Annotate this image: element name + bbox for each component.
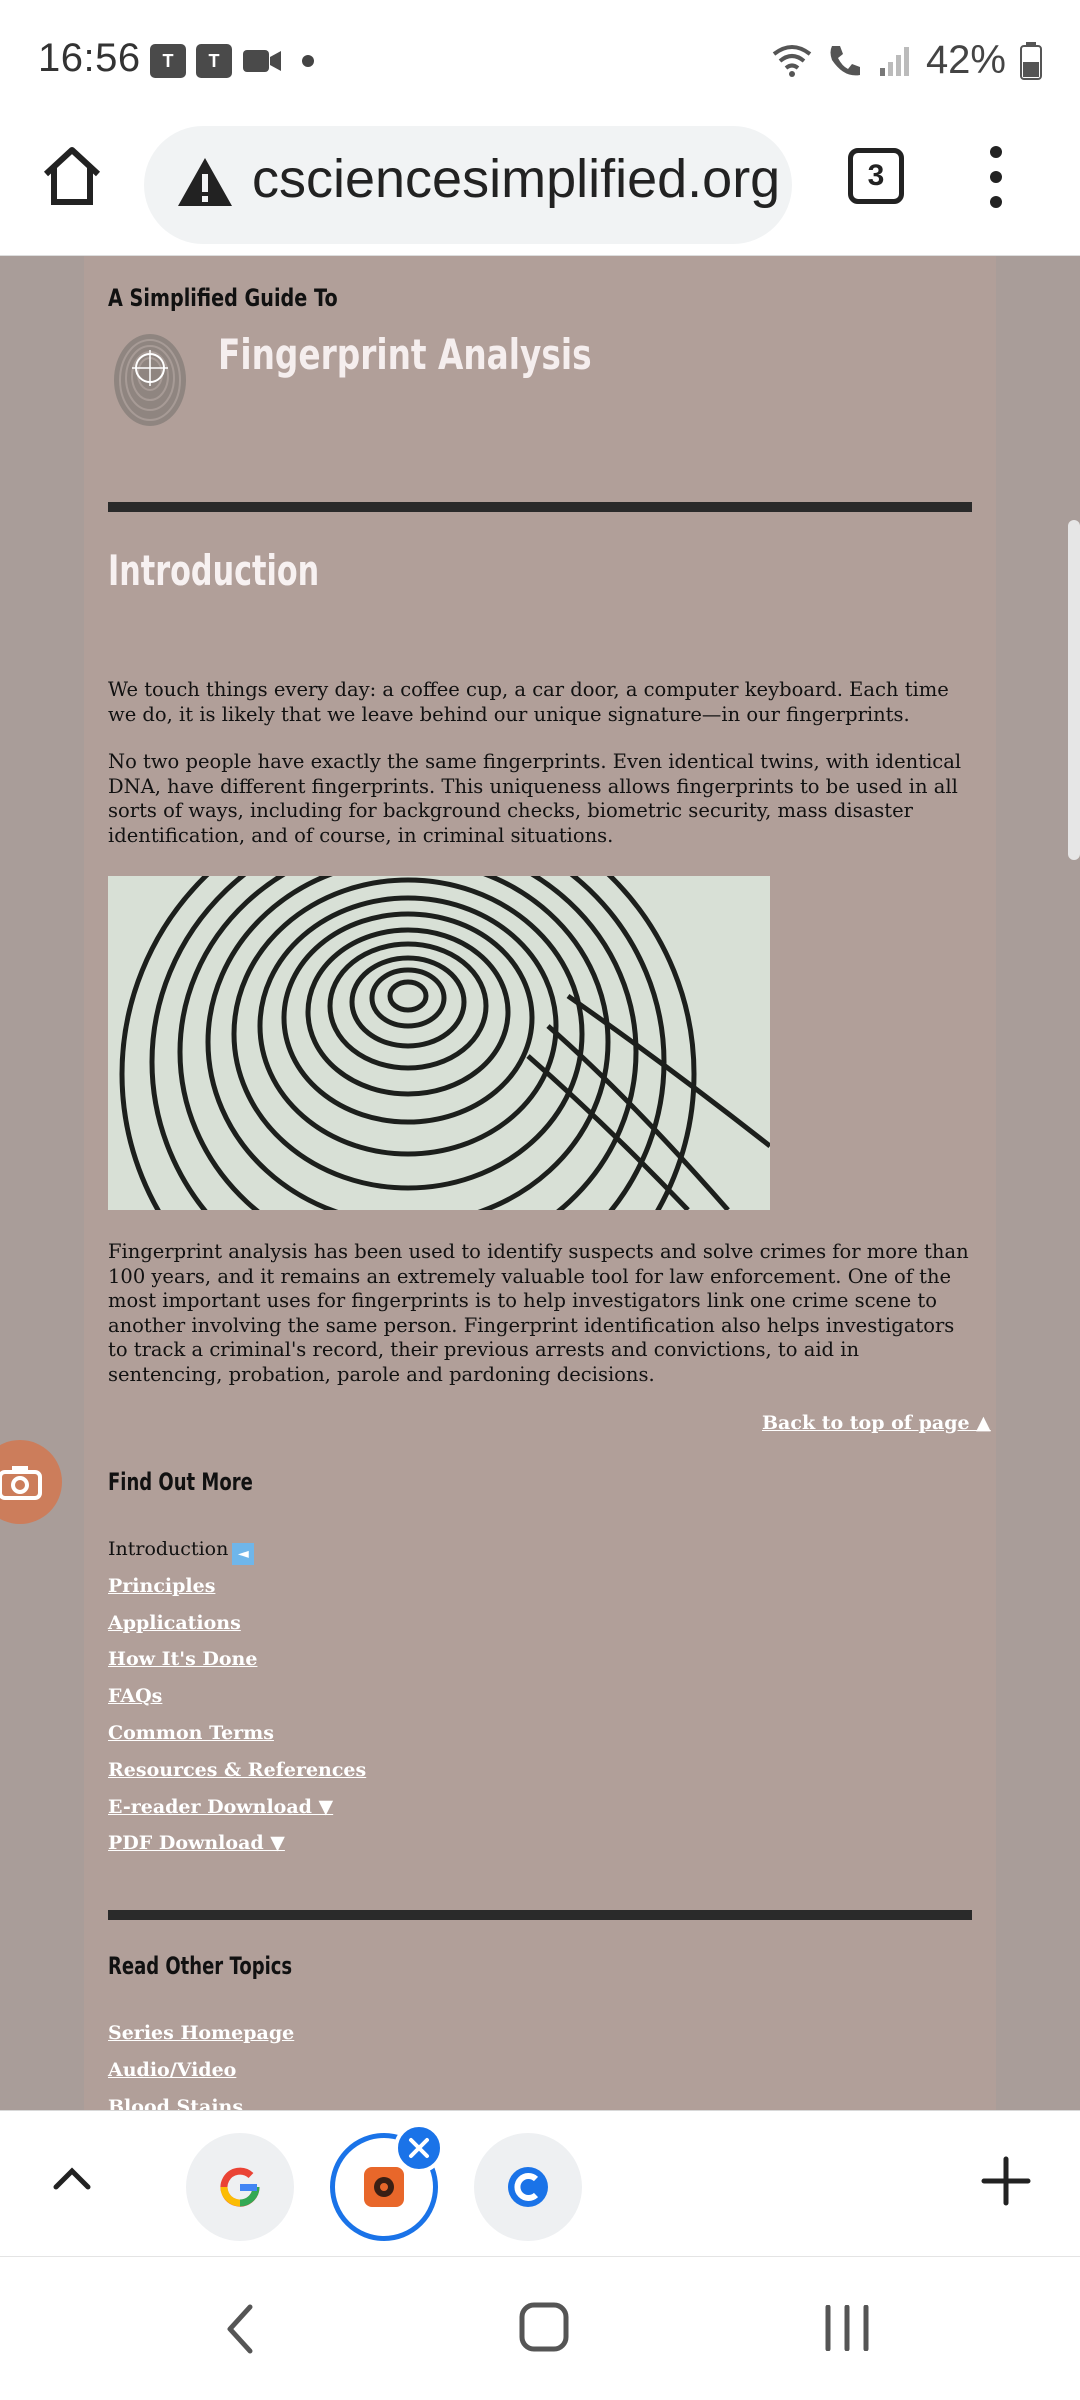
current-page-arrow-icon: ◄ [232, 1543, 255, 1565]
new-tab-plus-icon[interactable] [980, 2155, 1032, 2207]
read-other-topics-heading: Read Other Topics [108, 1952, 293, 1980]
find-out-more-heading: Find Out More [108, 1468, 253, 1496]
close-tab-button[interactable] [394, 2123, 444, 2173]
list-item[interactable]: Resources & References [108, 1759, 366, 1796]
teams-icon: T [150, 44, 186, 78]
series-homepage-link[interactable]: Series Homepage [108, 2022, 294, 2044]
blood-stains-link[interactable]: Blood Stains [108, 2096, 243, 2110]
status-system-icons: 42% [772, 38, 1042, 83]
chevron-up-icon[interactable] [50, 2157, 94, 2201]
ereader-download-link[interactable]: E-reader Download ▼ [108, 1796, 333, 1818]
list-item[interactable]: How It's Done [108, 1648, 366, 1685]
teams-icon: T [196, 44, 232, 78]
tab-google[interactable] [186, 2133, 294, 2241]
intro-paragraph-1: We touch things every day: a coffee cup,… [108, 678, 949, 726]
more-menu-icon[interactable] [978, 142, 1014, 212]
status-notification-icons: T T [150, 44, 314, 78]
guide-label: A Simplified Guide To [108, 284, 338, 312]
home-nav-icon[interactable] [518, 2301, 570, 2353]
list-item[interactable]: Series Homepage [108, 2022, 294, 2059]
resources-references-link[interactable]: Resources & References [108, 1759, 366, 1781]
back-icon[interactable] [222, 2303, 258, 2355]
close-icon [409, 2138, 429, 2158]
common-terms-link[interactable]: Common Terms [108, 1722, 274, 1744]
applications-link[interactable]: Applications [108, 1612, 241, 1634]
page-title: Fingerprint Analysis [218, 330, 592, 379]
tab-chrome-site[interactable] [474, 2133, 582, 2241]
list-item: Introduction ◄ [108, 1538, 366, 1575]
battery-icon [1020, 41, 1042, 80]
url-text[interactable]: csciencesimplified.org [252, 148, 792, 210]
fingerprint-image [108, 876, 770, 1210]
page-scrollbar[interactable] [1068, 520, 1080, 860]
other-topics-list: Series Homepage Audio/Video Blood Stains [108, 2022, 294, 2110]
list-item[interactable]: Applications [108, 1612, 366, 1649]
status-bar: 16:56 T T 42% [0, 0, 1080, 126]
web-page: A Simplified Guide To Fingerprint Analys… [0, 256, 1080, 2110]
tab-group-bar [0, 2110, 1080, 2256]
more-notifications-dot [302, 55, 314, 67]
camera-icon [0, 1466, 42, 1500]
video-camera-icon [243, 50, 281, 72]
recent-apps-icon[interactable] [822, 2305, 872, 2351]
section-divider [108, 1910, 972, 1920]
how-its-done-link[interactable]: How It's Done [108, 1648, 257, 1670]
system-navigation-bar [0, 2256, 1080, 2400]
list-item[interactable]: Common Terms [108, 1722, 366, 1759]
status-time: 16:56 [38, 36, 141, 80]
audio-video-link[interactable]: Audio/Video [108, 2059, 236, 2081]
site-favicon-icon [364, 2167, 404, 2207]
wifi-icon [772, 44, 812, 77]
floating-screenshot-button[interactable] [0, 1440, 62, 1524]
intro-heading: Introduction [108, 546, 320, 595]
address-bar[interactable]: csciencesimplified.org [144, 126, 792, 244]
wifi-calling-icon [830, 45, 860, 75]
battery-percent: 42% [925, 38, 1006, 82]
faqs-link[interactable]: FAQs [108, 1685, 162, 1707]
browser-toolbar: csciencesimplified.org 3 [0, 126, 1080, 256]
home-icon[interactable] [40, 144, 104, 208]
pdf-download-link[interactable]: PDF Download ▼ [108, 1832, 285, 1854]
principles-link[interactable]: Principles [108, 1575, 215, 1597]
list-item[interactable]: Principles [108, 1575, 366, 1612]
list-item[interactable]: Audio/Video [108, 2059, 294, 2096]
back-to-top-link[interactable]: Back to top of page ▲ [762, 1412, 991, 1434]
find-out-more-list: Introduction ◄ Principles Applications Ho… [108, 1538, 366, 1869]
section-divider [108, 502, 972, 512]
current-page-item: Introduction [108, 1538, 229, 1560]
tab-switcher-button[interactable]: 3 [848, 148, 904, 204]
intro-paragraph-2: No two people have exactly the same fing… [108, 750, 962, 847]
c-logo-icon [508, 2167, 548, 2207]
list-item[interactable]: E-reader Download ▼ [108, 1796, 366, 1833]
not-secure-warning-icon[interactable] [174, 152, 236, 214]
list-item[interactable]: Blood Stains [108, 2096, 294, 2110]
signal-icon [879, 46, 909, 76]
thumbprint-logo [114, 334, 186, 426]
google-icon [220, 2167, 260, 2207]
list-item[interactable]: FAQs [108, 1685, 366, 1722]
intro-paragraph-3: Fingerprint analysis has been used to id… [108, 1240, 969, 1386]
page-content: A Simplified Guide To Fingerprint Analys… [84, 256, 996, 2110]
list-item[interactable]: PDF Download ▼ [108, 1832, 366, 1869]
